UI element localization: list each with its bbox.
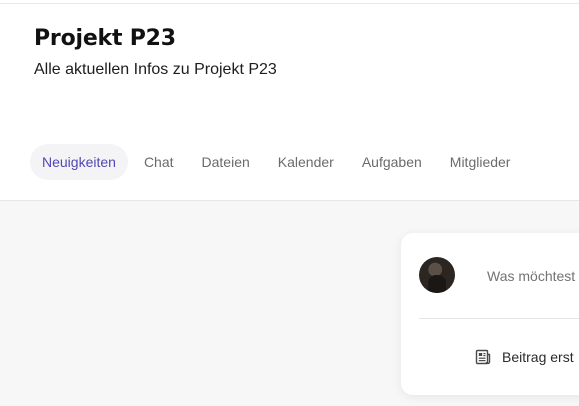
page-title: Projekt P23 (34, 26, 176, 51)
top-divider (0, 3, 579, 4)
newspaper-icon (475, 349, 491, 365)
tab-mitglieder[interactable]: Mitglieder (438, 144, 523, 180)
project-header: Projekt P23 Alle aktuellen Infos zu Proj… (0, 0, 579, 201)
tab-aufgaben[interactable]: Aufgaben (350, 144, 434, 180)
create-post-label: Beitrag erst (502, 349, 574, 365)
composer-divider (419, 318, 579, 319)
create-post-button[interactable]: Beitrag erst (474, 348, 574, 366)
avatar[interactable] (419, 257, 455, 293)
tab-bar: Neuigkeiten Chat Dateien Kalender Aufgab… (30, 144, 526, 180)
composer-input[interactable]: Was möchtest (487, 268, 575, 284)
tab-kalender[interactable]: Kalender (266, 144, 346, 180)
tab-neuigkeiten[interactable]: Neuigkeiten (30, 144, 128, 180)
tab-chat[interactable]: Chat (132, 144, 186, 180)
post-composer-card: Was möchtest Beitrag erst (401, 233, 579, 395)
page-subtitle: Alle aktuellen Infos zu Projekt P23 (34, 61, 277, 78)
tab-dateien[interactable]: Dateien (190, 144, 262, 180)
